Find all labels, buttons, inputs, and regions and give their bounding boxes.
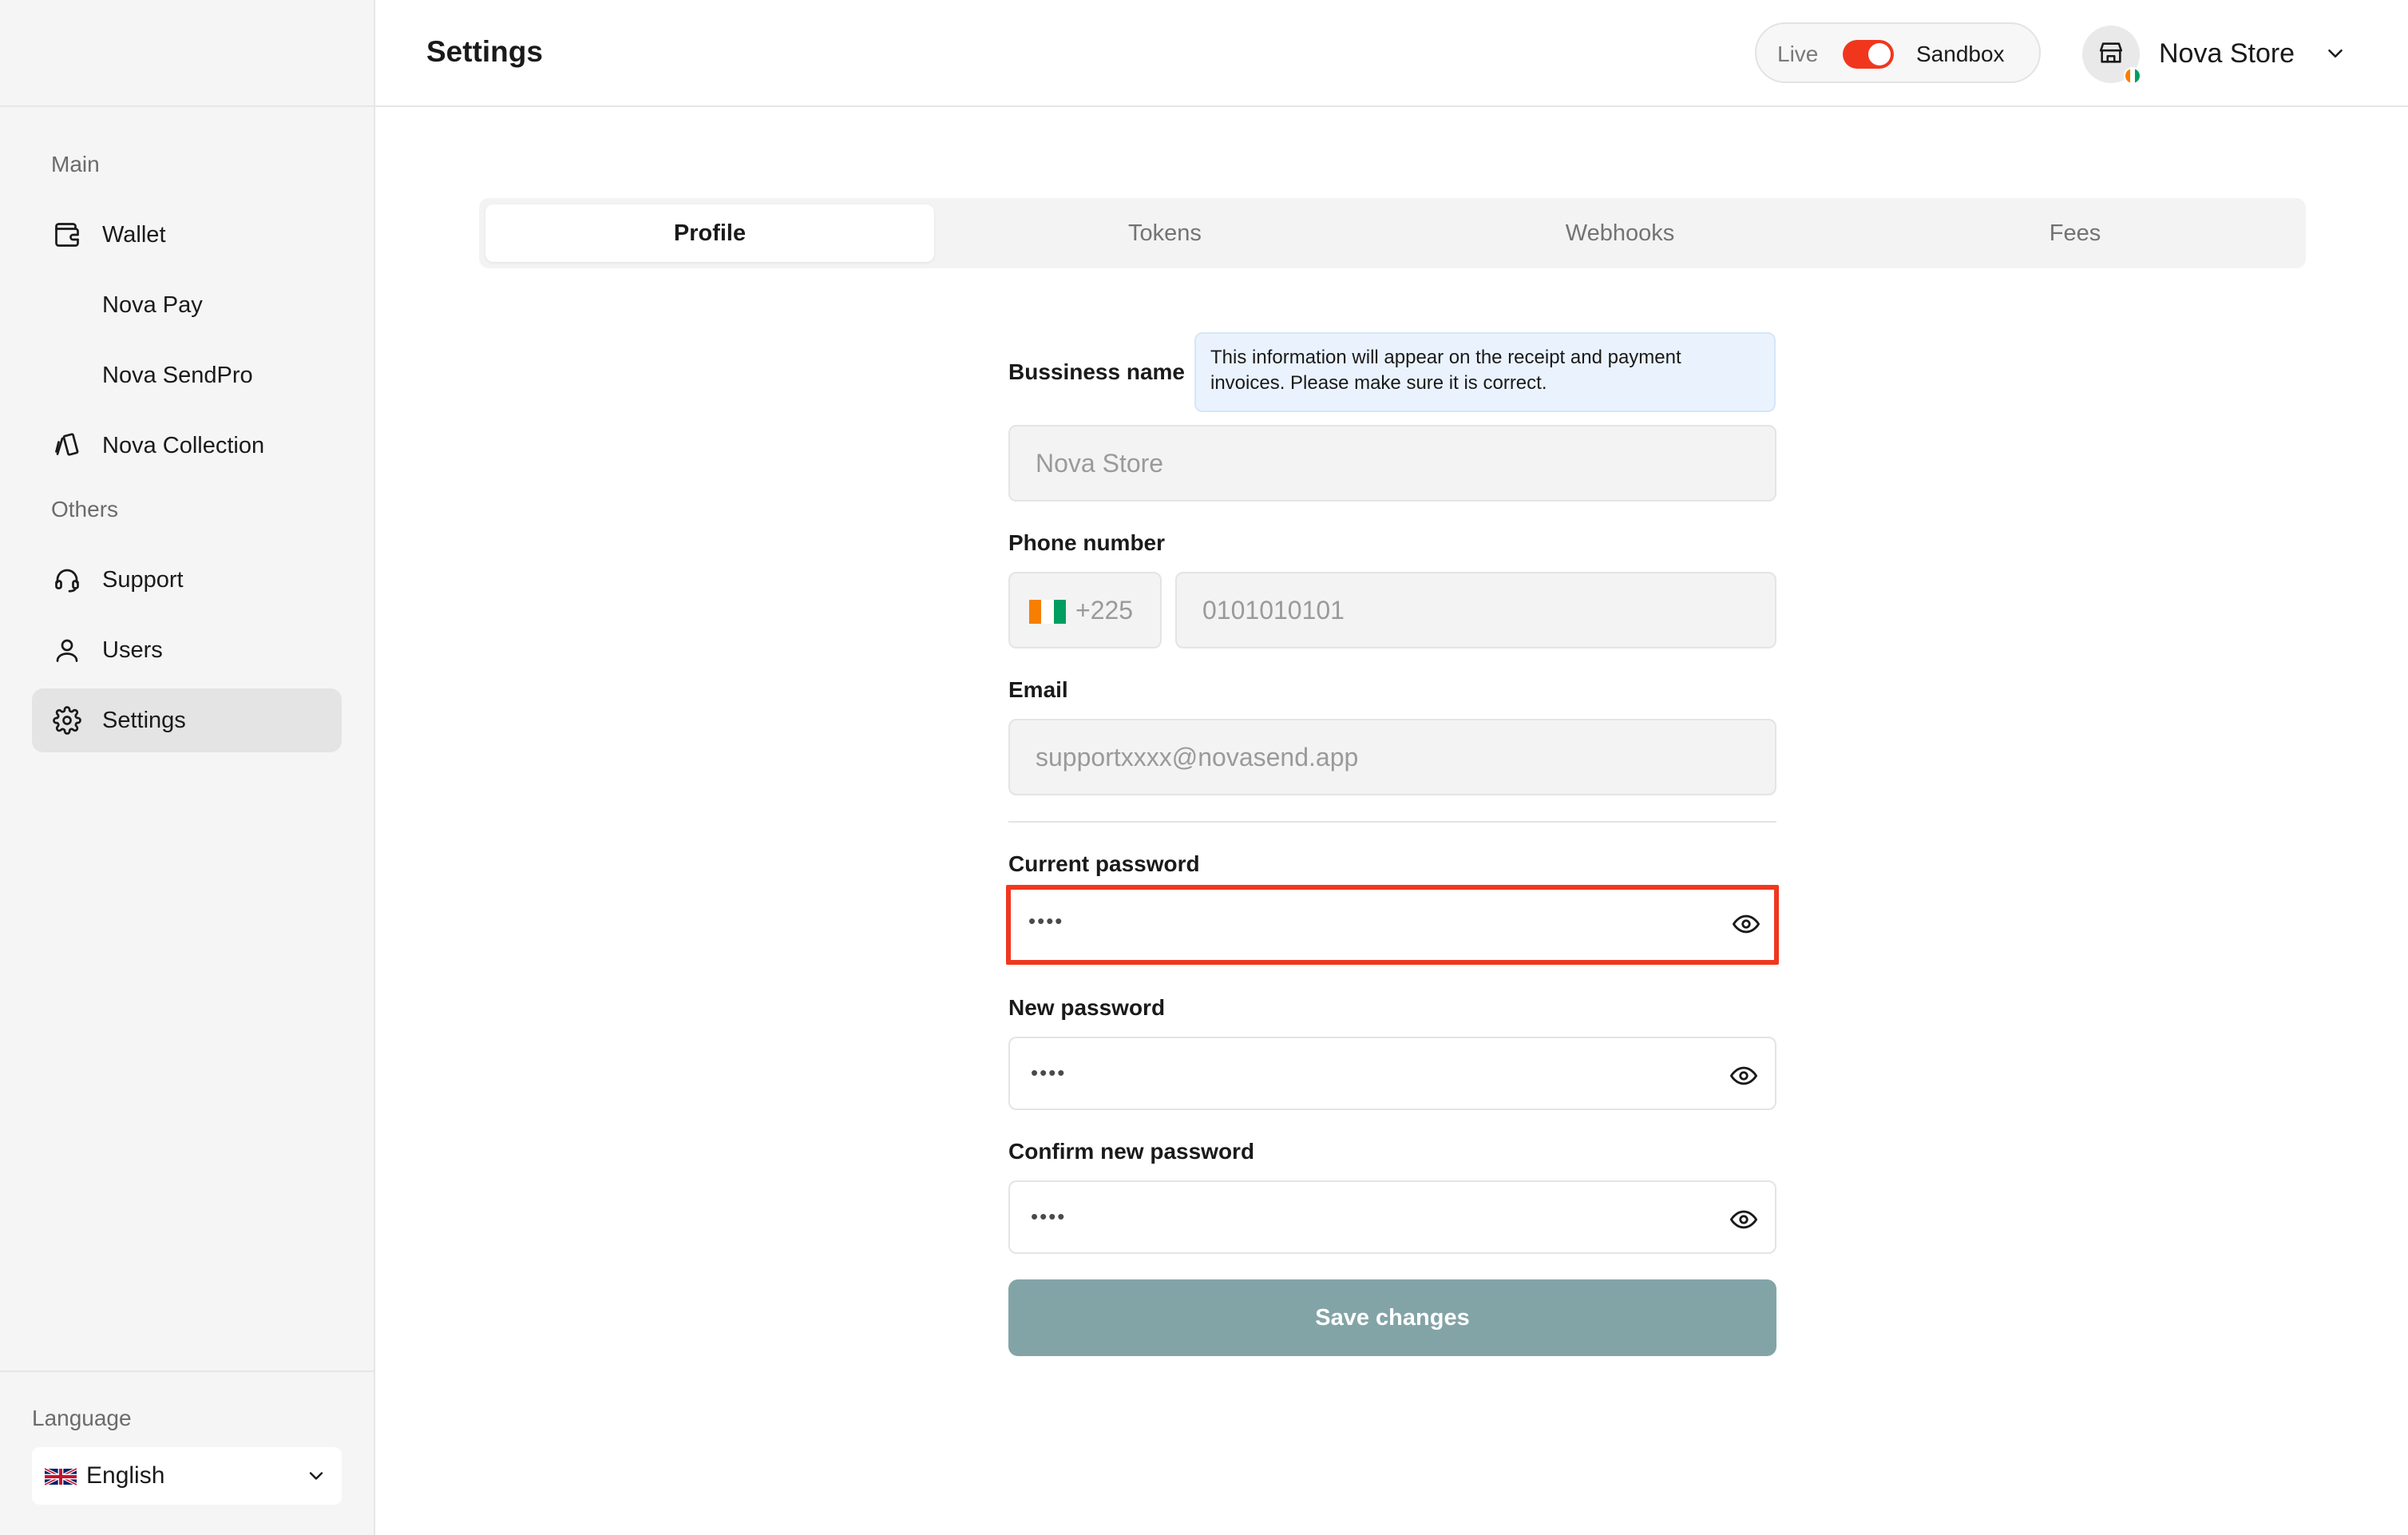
confirm-password-value: •••• [1031,1204,1067,1228]
email-field: supportxxxx@novasend.app [1008,719,1776,795]
sidebar-item-label: Nova Pay [102,292,203,318]
store-name: Nova Store [2159,38,2295,69]
sidebar-item-settings[interactable]: Settings [32,688,342,752]
sidebar-item-label: Settings [102,707,186,733]
language-selected-label: English [86,1462,165,1489]
phone-number-label: Phone number [1008,530,1166,555]
eye-icon[interactable] [1730,1206,1757,1237]
headset-icon [51,564,83,596]
new-password-input[interactable]: •••• [1008,1037,1776,1110]
email-value: supportxxxx@novasend.app [1036,743,1359,771]
new-password-value: •••• [1031,1061,1067,1085]
tab-fees[interactable]: Fees [1851,204,2299,262]
sidebar-item-label: Wallet [102,221,166,248]
uk-flag-icon [44,1466,77,1487]
switch-knob [1868,43,1891,65]
section-divider [1008,821,1776,823]
country-code-select[interactable]: +225 [1008,572,1162,649]
wallet-icon [51,219,83,251]
eye-icon[interactable] [1733,910,1760,942]
tab-profile[interactable]: Profile [485,204,934,262]
save-changes-button[interactable]: Save changes [1008,1279,1776,1356]
tab-tokens[interactable]: Tokens [941,204,1389,262]
nav-section-others: Others [51,497,119,522]
sidebar: Main Wallet Nova Pay Nova SendPro Nova C… [0,0,375,1535]
sidebar-item-nova-collection[interactable]: Nova Collection [32,414,342,478]
store-icon [2097,39,2125,70]
ivory-coast-flag-icon [1029,600,1066,624]
confirm-password-label: Confirm new password [1008,1139,1255,1164]
settings-tabs: Profile Tokens Webhooks Fees [479,198,2306,268]
sidebar-item-wallet[interactable]: Wallet [32,203,342,267]
phone-number-value: 0101010101 [1202,596,1345,625]
chevron-down-icon [2323,42,2347,69]
business-name-info-tooltip: This information will appear on the rece… [1194,332,1776,412]
sidebar-item-label: Users [102,637,163,663]
phone-number-field: 0101010101 [1175,572,1776,649]
chevron-down-icon [305,1465,327,1491]
current-password-label: Current password [1008,851,1200,876]
top-header: Settings Live Sandbox Nova Store [375,0,2408,107]
avatar [2082,26,2141,85]
environment-switch[interactable] [1843,40,1894,69]
nav-section-main: Main [51,152,100,177]
sidebar-item-users[interactable]: Users [32,618,342,682]
confirm-password-input[interactable]: •••• [1008,1180,1776,1254]
business-name-label: Bussiness name [1008,359,1185,384]
environment-toggle: Live Sandbox [1755,22,2041,83]
collection-icon [51,430,83,462]
current-password-value: •••• [1028,909,1064,933]
language-section: Language English [0,1370,374,1535]
business-name-field: Nova Store [1008,425,1776,502]
live-label: Live [1777,42,1819,66]
email-label: Email [1008,677,1068,702]
business-name-value: Nova Store [1036,449,1164,478]
page-title: Settings [426,35,543,68]
sidebar-item-support[interactable]: Support [32,548,342,612]
user-icon [51,634,83,666]
sidebar-item-nova-pay[interactable]: Nova Pay [32,273,342,337]
tab-webhooks[interactable]: Webhooks [1396,204,1844,262]
sidebar-item-nova-sendpro[interactable]: Nova SendPro [32,343,342,407]
eye-icon[interactable] [1730,1062,1757,1093]
language-select[interactable]: English [32,1447,342,1505]
logo-area [0,0,374,107]
sandbox-label: Sandbox [1916,42,2005,66]
language-title: Language [32,1406,132,1430]
gear-icon [51,704,83,736]
sidebar-item-label: Nova Collection [102,432,265,458]
new-password-label: New password [1008,995,1166,1020]
ivory-coast-flag-icon [2124,67,2141,85]
current-password-input[interactable]: •••• [1006,885,1779,965]
sidebar-item-label: Support [102,566,184,593]
sidebar-item-label: Nova SendPro [102,362,253,388]
store-account-menu[interactable]: Nova Store [2082,22,2354,86]
country-code-value: +225 [1075,596,1134,625]
